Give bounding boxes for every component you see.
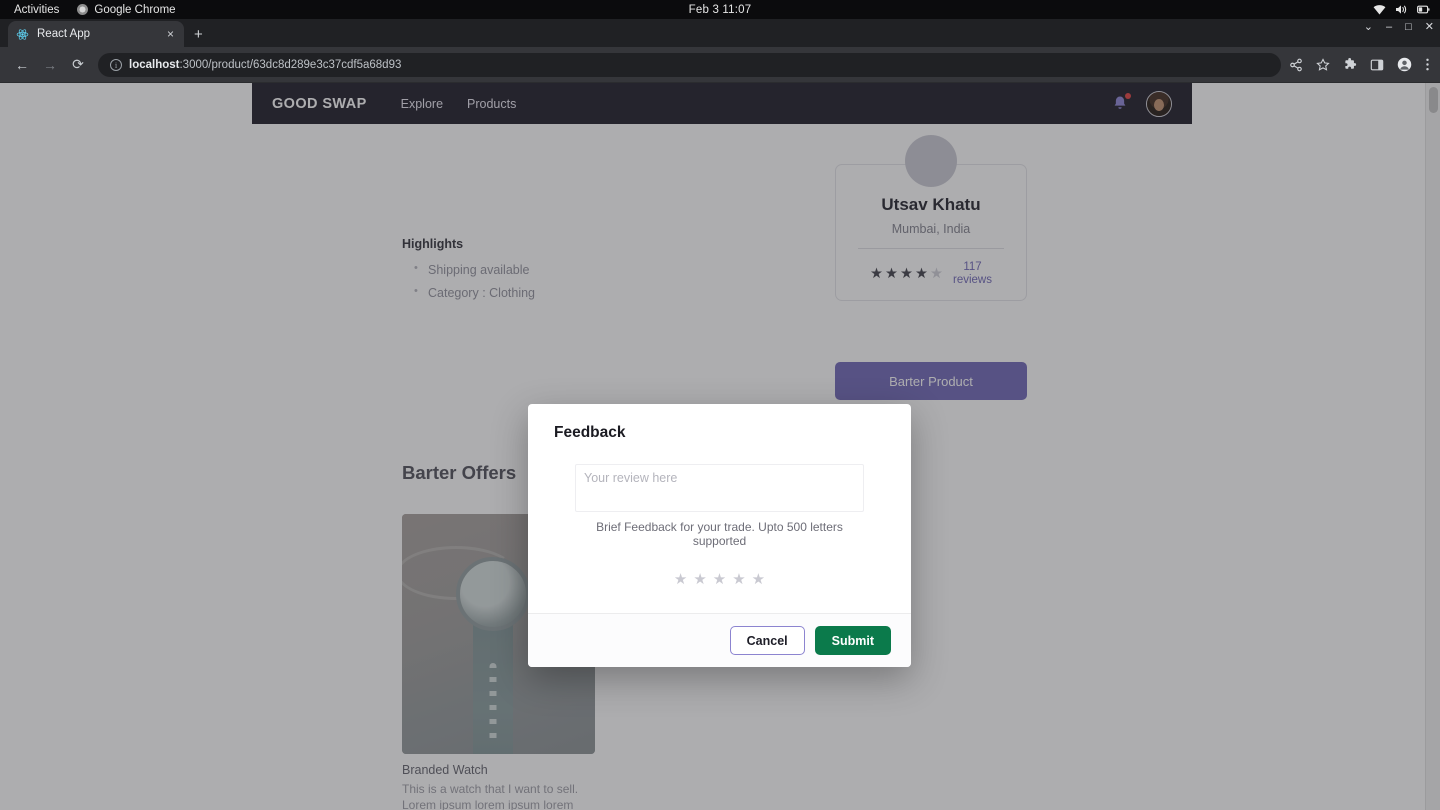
url-path: :3000/product/63dc8d289e3c37cdf5a68d93 xyxy=(179,58,402,71)
rating-star-3[interactable]: ★ xyxy=(713,572,726,587)
window-controls: ⌄ – □ ✕ xyxy=(1364,22,1434,33)
site-info-icon[interactable]: i xyxy=(110,58,122,71)
active-app-indicator[interactable]: Google Chrome xyxy=(77,3,176,16)
browser-toolbar: ← → ⟳ i localhost:3000/product/63dc8d289… xyxy=(0,47,1440,83)
submit-button[interactable]: Submit xyxy=(814,626,891,655)
back-button[interactable]: ← xyxy=(8,51,36,79)
rating-star-4[interactable]: ★ xyxy=(732,572,745,587)
review-input[interactable] xyxy=(575,464,864,512)
browser-tab-strip: React App × + ⌄ – □ ✕ xyxy=(0,19,1440,47)
rating-star-input[interactable]: ★ ★ ★ ★ ★ xyxy=(575,572,864,587)
os-top-bar: Activities Google Chrome Feb 3 11:07 xyxy=(0,0,1440,19)
share-icon[interactable] xyxy=(1289,58,1303,72)
address-bar-url: localhost:3000/product/63dc8d289e3c37cdf… xyxy=(129,59,401,71)
volume-icon[interactable] xyxy=(1395,4,1408,15)
cancel-button[interactable]: Cancel xyxy=(729,626,805,655)
window-close-icon[interactable]: ✕ xyxy=(1425,22,1434,33)
review-helper-text: Brief Feedback for your trade. Upto 500 … xyxy=(596,520,843,548)
side-panel-icon[interactable] xyxy=(1370,58,1384,72)
active-app-label: Google Chrome xyxy=(94,3,176,16)
rating-star-1[interactable]: ★ xyxy=(674,572,687,587)
new-tab-button[interactable]: + xyxy=(194,26,203,43)
modal-footer: Cancel Submit xyxy=(528,613,911,667)
feedback-modal: Feedback Brief Feedback for your trade. … xyxy=(528,404,911,667)
wifi-icon[interactable] xyxy=(1373,4,1386,15)
profile-avatar-icon[interactable] xyxy=(1397,57,1412,72)
reload-button[interactable]: ⟳ xyxy=(64,51,92,79)
three-dot-menu-icon[interactable] xyxy=(1425,57,1430,72)
extensions-puzzle-icon[interactable] xyxy=(1343,57,1357,72)
react-logo-icon xyxy=(16,28,29,41)
forward-button[interactable]: → xyxy=(36,51,64,79)
battery-icon[interactable] xyxy=(1417,4,1430,15)
page-viewport: GOOD SWAP Explore Products Highlights Sh… xyxy=(0,83,1440,810)
maximize-icon[interactable]: □ xyxy=(1405,22,1412,33)
modal-title: Feedback xyxy=(554,424,626,441)
minimize-icon[interactable]: – xyxy=(1386,22,1392,33)
modal-body: Brief Feedback for your trade. Upto 500 … xyxy=(528,442,911,613)
bookmark-star-icon[interactable] xyxy=(1316,57,1330,72)
rating-star-5[interactable]: ★ xyxy=(752,572,765,587)
address-bar[interactable]: i localhost:3000/product/63dc8d289e3c37c… xyxy=(98,52,1281,77)
close-icon[interactable]: × xyxy=(165,27,176,41)
browser-tab[interactable]: React App × xyxy=(8,21,184,47)
chrome-icon xyxy=(77,4,89,15)
activities-button[interactable]: Activities xyxy=(14,4,59,16)
os-clock[interactable]: Feb 3 11:07 xyxy=(689,4,752,16)
chevron-down-icon[interactable]: ⌄ xyxy=(1364,22,1373,33)
rating-star-2[interactable]: ★ xyxy=(693,572,706,587)
browser-tab-title: React App xyxy=(37,28,91,40)
url-host: localhost xyxy=(129,58,180,71)
